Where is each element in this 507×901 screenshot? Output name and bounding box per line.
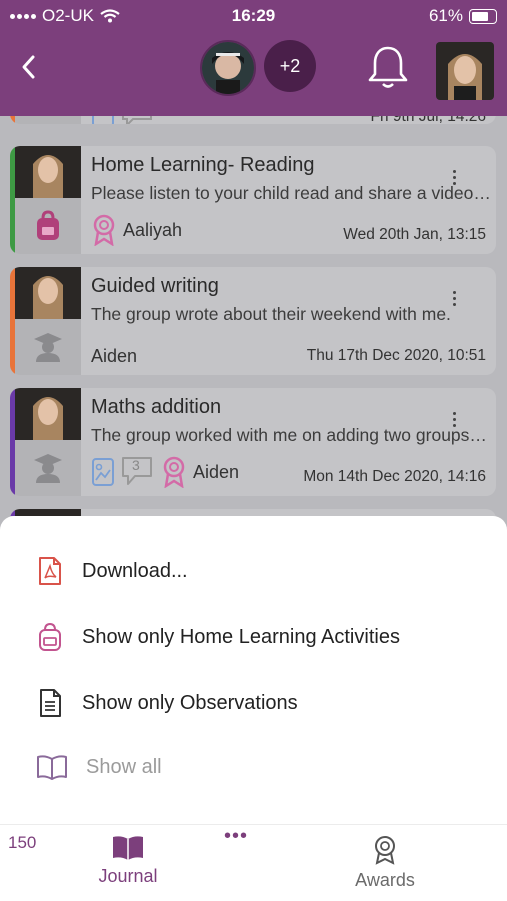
battery-icon bbox=[469, 8, 497, 24]
journal-entry-card[interactable]: Maths addition The group worked with me … bbox=[10, 388, 496, 496]
teacher-icon bbox=[34, 333, 62, 362]
award-icon bbox=[375, 836, 395, 865]
comment-count-badge: 3 bbox=[121, 456, 155, 488]
teacher-icon bbox=[34, 454, 62, 483]
entry-date: Thu 17th Dec 2020, 10:51 bbox=[306, 347, 486, 364]
observations-filter-item[interactable]: Show only Observations bbox=[36, 688, 298, 718]
more-children-badge[interactable]: +2 bbox=[264, 40, 316, 92]
journal-entry-card[interactable]: Fri 9th Jul, 14:26 bbox=[10, 116, 496, 124]
backpack-icon bbox=[39, 622, 61, 651]
battery-percent: 61% bbox=[428, 6, 463, 25]
journal-list: Fri 9th Jul, 14:26 Home Learning- Readin… bbox=[0, 116, 507, 516]
entry-date: Mon 14th Dec 2020, 14:16 bbox=[303, 468, 486, 485]
entry-options-icon[interactable] bbox=[453, 170, 456, 185]
show-all-filter-item[interactable]: Show all bbox=[36, 754, 162, 780]
comment-icon bbox=[122, 116, 152, 124]
home-learning-filter-item[interactable]: Show only Home Learning Activities bbox=[36, 622, 400, 652]
award-icon bbox=[93, 214, 115, 246]
entry-options-icon[interactable] bbox=[453, 412, 456, 427]
entry-title: Home Learning- Reading bbox=[91, 154, 315, 176]
backpack-icon bbox=[37, 210, 59, 240]
book-icon bbox=[113, 836, 143, 860]
photo-icon bbox=[92, 116, 114, 124]
status-bar: O2-UK 16:29 61% bbox=[0, 0, 507, 32]
photo-icon bbox=[92, 458, 114, 486]
entry-description: Please listen to your child read and sha… bbox=[91, 183, 491, 203]
bell-icon[interactable] bbox=[366, 44, 410, 90]
award-recipient: Aiden bbox=[193, 461, 240, 482]
tab-awards-label: Awards bbox=[355, 870, 415, 890]
entry-author-avatar bbox=[15, 267, 81, 319]
child-name: Aiden bbox=[91, 346, 138, 366]
child-avatar[interactable] bbox=[200, 40, 256, 96]
award-recipient: Aaliyah bbox=[123, 219, 183, 240]
user-avatar-image bbox=[436, 42, 494, 100]
child-avatar-image bbox=[202, 42, 254, 94]
pdf-icon bbox=[39, 557, 61, 585]
app-header: O2-UK 16:29 61% +2 bbox=[0, 0, 507, 116]
award-icon bbox=[163, 456, 185, 488]
entry-type-icon bbox=[15, 198, 81, 254]
journal-entry-card[interactable]: Home Learning- Reading Please listen to … bbox=[10, 146, 496, 254]
entry-date: Wed 20th Jan, 13:15 bbox=[343, 226, 486, 243]
tab-awards[interactable]: Awards bbox=[345, 835, 425, 891]
entry-author-avatar bbox=[15, 388, 81, 440]
entry-meta: 3 Aiden bbox=[91, 456, 239, 488]
entry-type-icon bbox=[15, 440, 81, 496]
entry-description: The group wrote about their weekend with… bbox=[91, 304, 451, 324]
back-chevron-icon[interactable] bbox=[20, 54, 36, 80]
entry-author-avatar bbox=[15, 509, 81, 516]
entry-title: Maths addition bbox=[91, 396, 222, 418]
menu-item-label: Show only Observations bbox=[82, 691, 298, 714]
journal-entry-card[interactable]: Guided writing The group wrote about the… bbox=[10, 267, 496, 375]
entry-date: Fri 9th Jul, 14:26 bbox=[371, 116, 486, 124]
menu-item-label: Download... bbox=[82, 559, 188, 582]
battery-status: 61% bbox=[429, 6, 497, 26]
entry-meta: Aaliyah bbox=[91, 214, 182, 246]
entry-meta bbox=[91, 116, 153, 124]
tab-journal[interactable]: Journal bbox=[88, 835, 168, 887]
bottom-tab-bar: 150 Journal ••• Awards bbox=[0, 824, 507, 901]
user-avatar[interactable] bbox=[436, 42, 494, 100]
open-book-icon bbox=[37, 755, 67, 780]
entry-meta: Aiden bbox=[91, 346, 137, 367]
entry-type-icon bbox=[15, 116, 81, 124]
document-icon bbox=[40, 689, 61, 717]
more-options-icon[interactable]: ••• bbox=[222, 825, 250, 848]
entry-title: Guided writing bbox=[91, 275, 219, 297]
tab-journal-label: Journal bbox=[98, 866, 158, 886]
entry-options-icon[interactable] bbox=[453, 291, 456, 306]
entry-author-avatar bbox=[15, 146, 81, 198]
entry-type-icon bbox=[15, 319, 81, 375]
entry-description: The group worked with me on adding two g… bbox=[91, 425, 491, 445]
journal-entry-card[interactable] bbox=[10, 509, 496, 516]
download-menu-item[interactable]: Download... bbox=[36, 556, 188, 586]
menu-item-label: Show all bbox=[86, 755, 162, 778]
journal-count: 150 bbox=[8, 833, 37, 852]
menu-item-label: Show only Home Learning Activities bbox=[82, 625, 400, 648]
comment-count: 3 bbox=[132, 457, 140, 473]
